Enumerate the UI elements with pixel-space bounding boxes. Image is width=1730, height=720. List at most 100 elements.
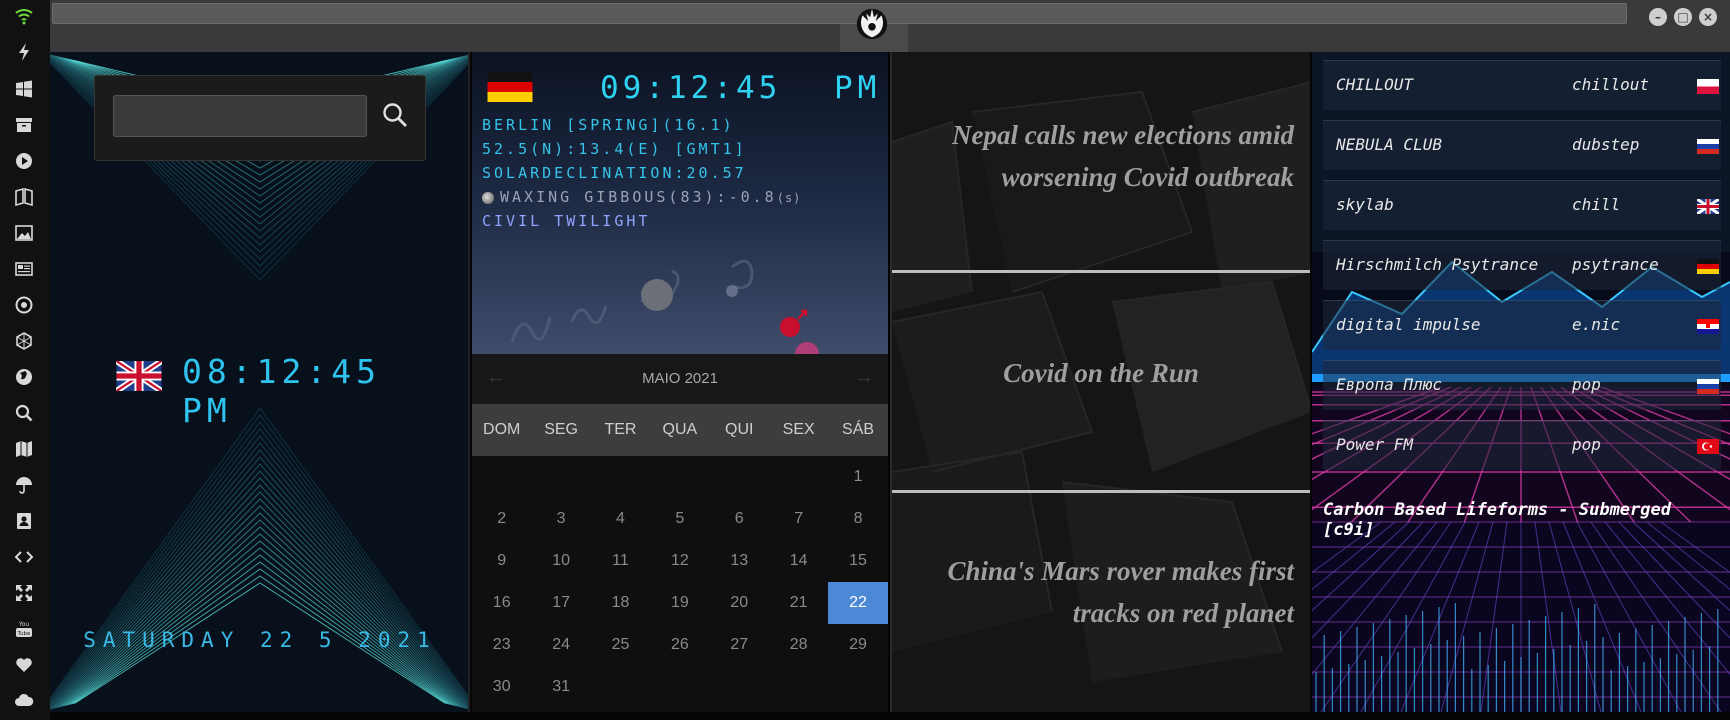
maximize-icon[interactable]: □ [1674, 8, 1692, 26]
code-icon[interactable] [13, 547, 35, 569]
calendar-day[interactable]: 11 [591, 540, 650, 582]
station-name: NEBULA CLUB [1336, 135, 1442, 154]
calendar-day[interactable]: 17 [531, 582, 590, 624]
uk-time: 08:12:45 PM [182, 352, 381, 430]
calendar-day[interactable]: 12 [650, 540, 709, 582]
news-headline-1[interactable]: Nepal calls new elections amid worsening… [908, 114, 1294, 198]
location-season: BERLIN [SPRING](16.1) [482, 116, 735, 134]
station-row[interactable]: CHILLOUT chillout [1323, 60, 1721, 110]
calendar-day[interactable]: 24 [531, 624, 590, 666]
moon-icon [482, 191, 494, 204]
calendar-day[interactable]: 31 [531, 666, 590, 708]
calendar-day[interactable]: 20 [710, 582, 769, 624]
moon-phase: WAXING GIBBOUS(83):-0.8(s) [482, 188, 801, 206]
calendar-day[interactable]: 19 [650, 582, 709, 624]
map-icon[interactable] [13, 439, 35, 461]
books-icon[interactable] [13, 187, 35, 209]
station-name: Hirschmilch Psytrance [1336, 255, 1539, 274]
svg-text:You: You [18, 621, 30, 628]
fullscreen-icon[interactable] [13, 583, 35, 605]
calendar-day[interactable]: 15 [828, 540, 887, 582]
calendar-day[interactable]: 8 [828, 498, 887, 540]
calendar-day[interactable]: 16 [472, 582, 531, 624]
lightning-icon[interactable] [13, 42, 35, 64]
top-bar: – □ × [50, 0, 1730, 52]
calendar-grid: 1 2 3 4 5 6 7 8 9 10 11 12 13 14 15 16 17 18 19 20 21 22 23 24 2… [472, 456, 888, 708]
globe-icon[interactable] [13, 367, 35, 389]
search-button[interactable] [375, 98, 415, 134]
calendar-day[interactable]: 5 [650, 498, 709, 540]
berlin-ampm: PM [834, 70, 882, 106]
station-name: Power FM [1336, 435, 1414, 454]
calendar-day[interactable]: 29 [828, 624, 887, 666]
calendar-day[interactable]: 18 [591, 582, 650, 624]
image-icon[interactable] [13, 223, 35, 245]
news-divider [892, 490, 1310, 493]
heart-icon[interactable] [13, 655, 35, 677]
minimize-icon[interactable]: – [1649, 8, 1667, 26]
uk-flag-icon [116, 361, 162, 391]
calendar-day[interactable]: 1 [828, 456, 887, 498]
calendar-day[interactable]: 25 [591, 624, 650, 666]
calendar-day[interactable]: 13 [710, 540, 769, 582]
germany-flag-icon [1697, 259, 1719, 274]
calendar-weekdays: DOM SEG TER QUA QUI SEX SÁB [472, 404, 888, 456]
youtube-icon[interactable]: You Tube [13, 619, 35, 641]
play-icon[interactable] [13, 151, 35, 173]
station-row[interactable]: Power FM pop [1323, 420, 1721, 470]
settings-icon[interactable] [13, 295, 35, 317]
news-headline-3[interactable]: China's Mars rover makes first tracks on… [908, 550, 1294, 634]
calendar-empty-cell [531, 456, 590, 498]
calendar-day[interactable]: 9 [472, 540, 531, 582]
windows-icon[interactable] [13, 79, 35, 101]
svg-text:Tube: Tube [17, 631, 32, 637]
calendar-weekday: SEG [544, 421, 578, 438]
news-divider [892, 270, 1310, 273]
station-row[interactable]: Европа Плюс pop [1323, 360, 1721, 410]
station-row[interactable]: NEBULA CLUB dubstep [1323, 120, 1721, 170]
station-name: skylab [1336, 195, 1394, 214]
wifi-icon[interactable] [13, 6, 35, 28]
calendar-weekday: DOM [483, 421, 521, 438]
calendar-day[interactable]: 26 [650, 624, 709, 666]
search-icon[interactable] [13, 403, 35, 425]
contacts-icon[interactable] [13, 511, 35, 533]
calendar-day[interactable]: 23 [472, 624, 531, 666]
calendar-next-button[interactable]: → [854, 366, 874, 389]
address-bar[interactable] [52, 3, 1627, 24]
coordinates: 52.5(N):13.4(E) [GMT1] [482, 140, 747, 158]
archive-icon[interactable] [13, 115, 35, 137]
calendar-day[interactable]: 21 [769, 582, 828, 624]
station-name: CHILLOUT [1336, 75, 1414, 94]
news-headline-2[interactable]: Covid on the Run [908, 352, 1294, 394]
station-row[interactable]: digital impulse e.nic [1323, 300, 1721, 350]
moon-phase-text: WAXING GIBBOUS(83):-0.8 [500, 188, 777, 206]
umbrella-icon[interactable] [13, 475, 35, 497]
poland-flag-icon [1697, 79, 1719, 94]
news-icon[interactable] [13, 259, 35, 281]
calendar-day[interactable]: 28 [769, 624, 828, 666]
calendar-day[interactable]: 14 [769, 540, 828, 582]
station-genre: e.nic [1572, 315, 1621, 334]
icon-sidebar: You Tube [0, 0, 50, 720]
calendar-day[interactable]: 27 [710, 624, 769, 666]
station-row[interactable]: skylab chill [1323, 180, 1721, 230]
station-genre: chillout [1572, 75, 1650, 94]
station-row[interactable]: Hirschmilch Psytrance psytrance [1323, 240, 1721, 290]
calendar-day[interactable]: 30 [472, 666, 531, 708]
calendar-day[interactable]: 3 [531, 498, 590, 540]
calendar-panel: ← MAIO 2021 → DOM SEG TER QUA QUI SEX SÁB 1234… [472, 354, 888, 712]
twilight-status: CIVIL TWILIGHT [482, 212, 651, 230]
calendar-day[interactable]: 6 [710, 498, 769, 540]
calendar-day[interactable]: 10 [531, 540, 590, 582]
search-input[interactable] [113, 95, 367, 137]
calendar-day[interactable]: 4 [591, 498, 650, 540]
calendar-day[interactable]: 22 [828, 582, 888, 624]
hexagon-icon[interactable] [13, 331, 35, 353]
calendar-day[interactable]: 7 [769, 498, 828, 540]
close-icon[interactable]: × [1699, 8, 1717, 26]
cloud-icon[interactable] [13, 690, 35, 712]
search-box [94, 75, 426, 161]
solar-declination: SOLARDECLINATION:20.57 [482, 164, 747, 182]
calendar-day[interactable]: 2 [472, 498, 531, 540]
